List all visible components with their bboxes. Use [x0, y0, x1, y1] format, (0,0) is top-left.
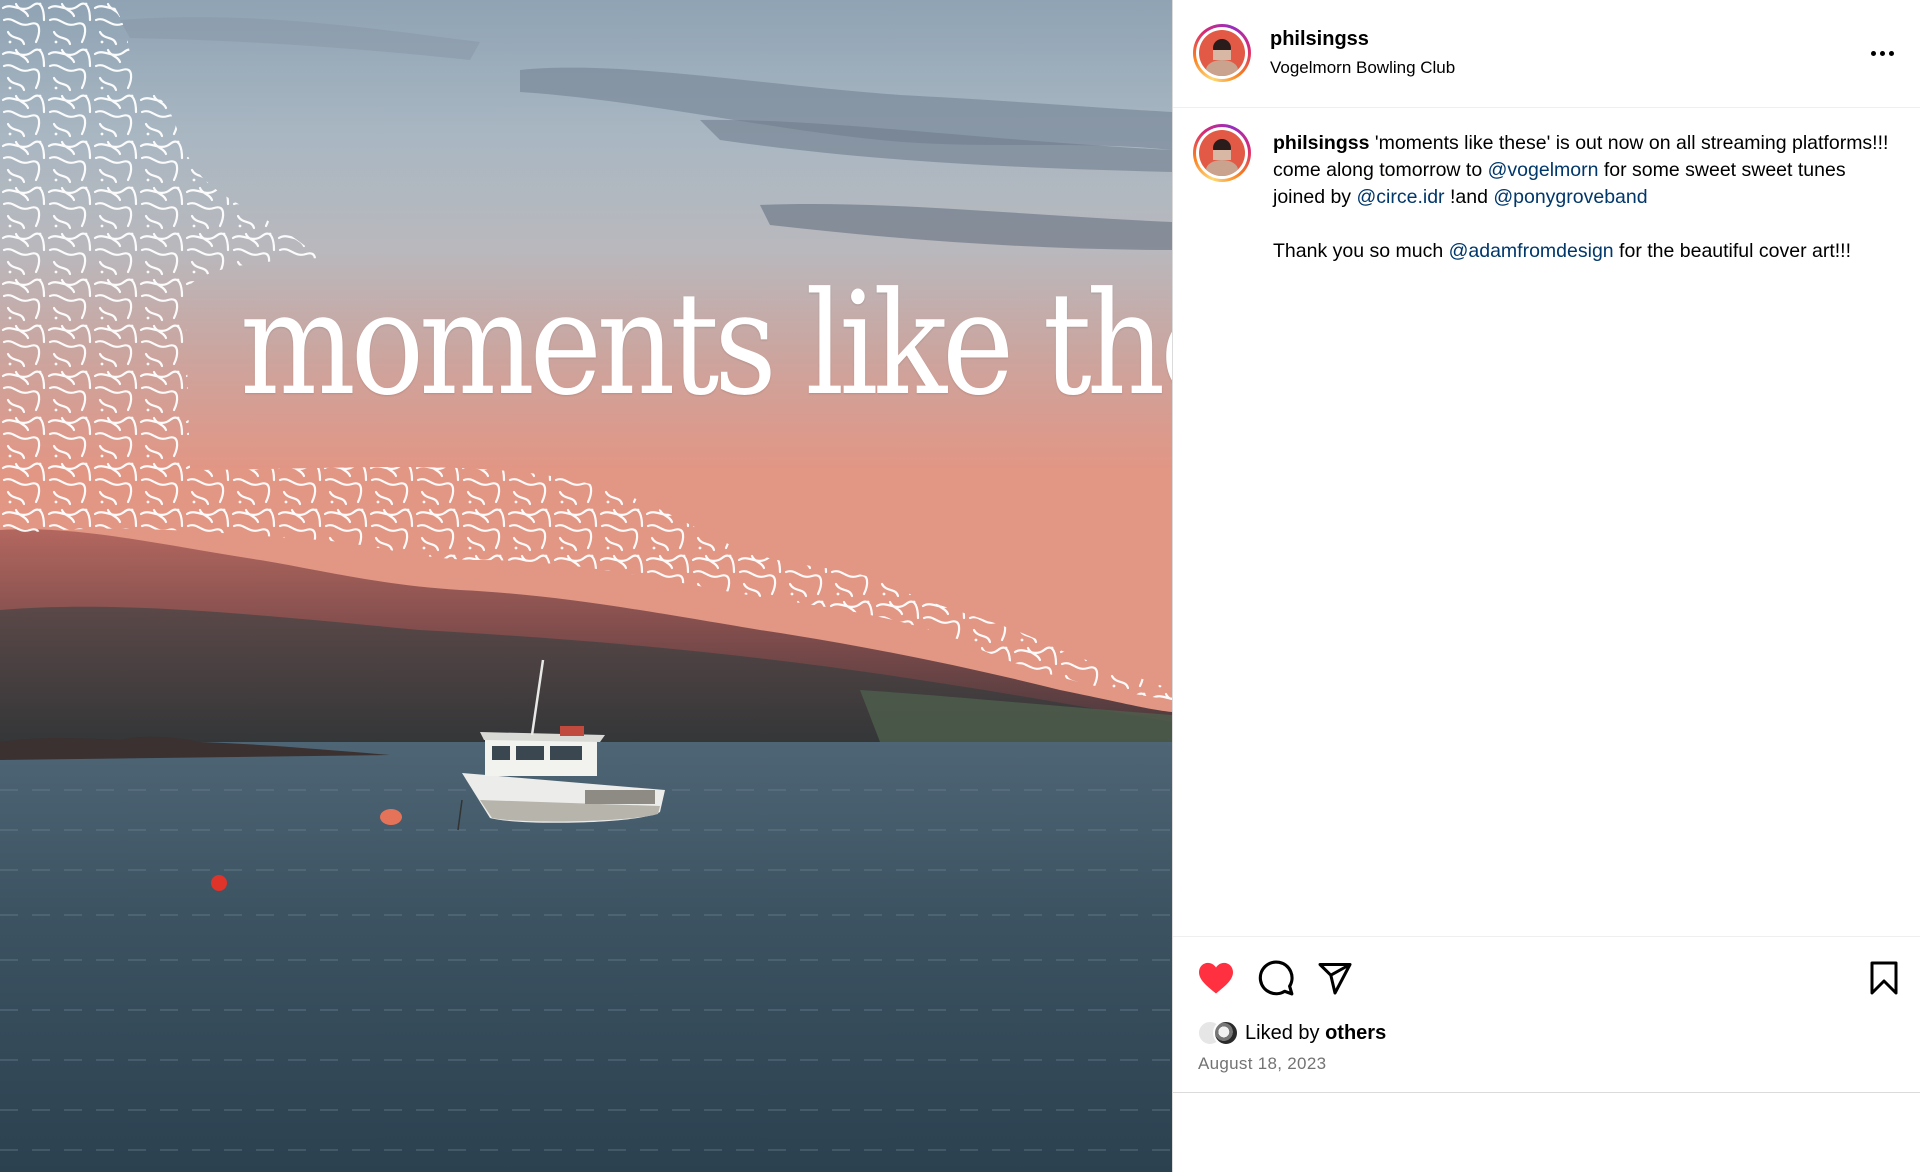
- caption-section: philsingss 'moments like these' is out n…: [1173, 108, 1920, 936]
- liker-avatar[interactable]: [1213, 1020, 1239, 1046]
- post-side-panel: philsingss Vogelmorn Bowling Club philsi…: [1172, 0, 1920, 1172]
- likes-summary: Liked by others: [1197, 1019, 1386, 1047]
- comment-icon: [1258, 960, 1294, 996]
- save-button[interactable]: [1863, 957, 1905, 999]
- post-actions: Liked by others August 18, 2023: [1173, 936, 1920, 1093]
- post-date[interactable]: August 18, 2023: [1198, 1054, 1326, 1074]
- cover-title-text: moments like these: [240, 262, 1172, 427]
- post-header: philsingss Vogelmorn Bowling Club: [1173, 0, 1920, 108]
- caption-segment: come along tomorrow to: [1273, 159, 1488, 181]
- header-username[interactable]: philsingss: [1270, 28, 1369, 51]
- caption-text: philsingss 'moments like these' is out n…: [1273, 130, 1893, 265]
- likes-others-link[interactable]: others: [1325, 1022, 1386, 1044]
- share-icon: [1318, 963, 1352, 995]
- mention-link[interactable]: @vogelmorn: [1488, 159, 1599, 181]
- avatar-image: [1199, 30, 1245, 76]
- header-location[interactable]: Vogelmorn Bowling Club: [1270, 58, 1455, 78]
- comment-button[interactable]: [1255, 957, 1297, 999]
- mention-link[interactable]: @adamfromdesign: [1449, 240, 1614, 262]
- caption-avatar[interactable]: [1193, 124, 1251, 182]
- likes-prefix: Liked by: [1245, 1021, 1326, 1044]
- cover-art-photo: [0, 0, 1172, 1172]
- post-image[interactable]: moments like these: [0, 0, 1172, 1172]
- more-horizontal-icon: [1870, 50, 1876, 56]
- caption-segment: Thank you so much: [1273, 240, 1449, 262]
- caption-username[interactable]: philsingss: [1273, 132, 1369, 154]
- avatar-image: [1199, 130, 1245, 176]
- share-button[interactable]: [1314, 957, 1356, 999]
- mention-link[interactable]: @ponygroveband: [1493, 186, 1647, 208]
- bookmark-icon: [1870, 961, 1898, 995]
- heart-icon: [1199, 962, 1233, 994]
- caption-segment: !and: [1444, 186, 1494, 208]
- more-options-button[interactable]: [1865, 38, 1899, 68]
- like-button[interactable]: [1195, 957, 1237, 999]
- avatar[interactable]: [1193, 24, 1251, 82]
- caption-segment: for the beautiful cover art!!!: [1613, 240, 1852, 262]
- post-dialog: moments like these philsingss Vogelmorn …: [0, 0, 1920, 1172]
- caption-segment: 'moments like these' is out now on all s…: [1369, 132, 1889, 154]
- mention-link[interactable]: @circe.idr: [1356, 186, 1444, 208]
